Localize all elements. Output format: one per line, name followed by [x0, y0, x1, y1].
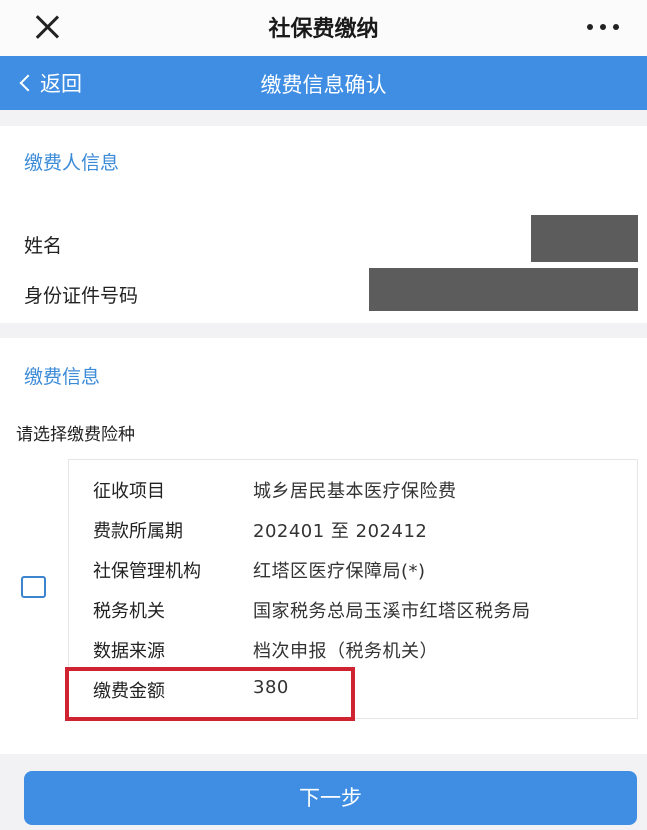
id-redacted: [369, 268, 638, 311]
row-label: 征收项目: [93, 481, 165, 502]
amount-highlight-box: [65, 667, 355, 721]
name-redacted: [531, 215, 638, 262]
row-value: 红塔区医疗保障局(*): [253, 561, 426, 582]
id-label: 身份证件号码: [24, 285, 139, 307]
choose-insurance-label: 请选择缴费险种: [16, 425, 135, 445]
nav-bar: 返回 缴费信息确认: [0, 56, 647, 110]
row-value: 国家税务总局玉溪市红塔区税务局: [253, 601, 531, 622]
row-label: 社保管理机构: [93, 561, 201, 582]
payer-section-title: 缴费人信息: [24, 152, 120, 174]
insurance-checkbox[interactable]: [21, 576, 46, 598]
row-label: 数据来源: [93, 641, 165, 662]
app-title: 社保费缴纳: [268, 17, 379, 42]
row-value: 城乡居民基本医疗保险费: [253, 481, 457, 502]
more-icon[interactable]: [587, 24, 621, 32]
row-label: 税务机关: [93, 601, 165, 622]
payment-section-title: 缴费信息: [24, 366, 101, 388]
payer-info-card: 缴费人信息 姓名 身份证件号码: [0, 126, 647, 323]
top-bar: 社保费缴纳: [0, 0, 647, 56]
row-value: 202401 至 202412: [253, 521, 428, 542]
page-title: 缴费信息确认: [260, 73, 387, 97]
next-step-button[interactable]: 下一步: [24, 771, 637, 825]
row-label: 费款所属期: [93, 521, 183, 542]
name-label: 姓名: [24, 235, 63, 257]
row-value: 档次申报（税务机关）: [253, 641, 438, 662]
